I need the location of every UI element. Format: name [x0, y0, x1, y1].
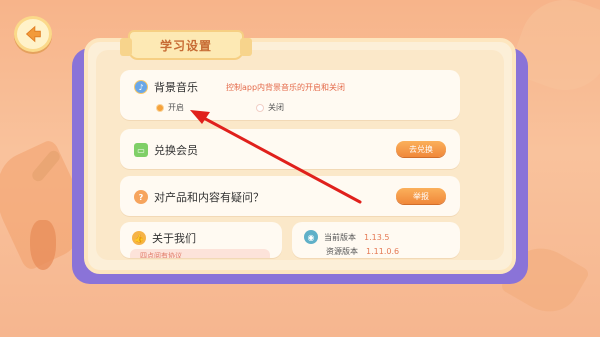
version-card: ◉ 当前版本 1.13.5 资源版本 1.11.0.6 — [292, 222, 460, 258]
background-music-hint: 控制app内背景音乐的开启和关闭 — [226, 83, 346, 92]
music-on-label: 开启 — [168, 103, 184, 112]
current-version-label: 当前版本 — [324, 232, 356, 242]
music-on-option[interactable]: 开启 — [156, 102, 184, 113]
music-on-radio[interactable] — [156, 103, 164, 112]
page-title: 学习设置 — [159, 38, 212, 53]
feedback-card: ? 对产品和内容有疑问？ 举报 — [120, 176, 460, 216]
about-us-agreement[interactable]: 四点阅有协议 — [130, 249, 270, 258]
question-mark-icon: ? — [134, 190, 148, 204]
globe-icon: ◉ — [304, 230, 318, 244]
report-button[interactable]: 举报 — [396, 188, 446, 204]
panel-title-tab: 学习设置 — [120, 30, 252, 60]
back-button[interactable] — [14, 16, 52, 52]
feedback-label: 对产品和内容有疑问？ — [154, 191, 264, 204]
redeem-membership-label: 兑换会员 — [154, 144, 198, 157]
resource-version-value: 1.11.0.6 — [366, 247, 400, 256]
background-tassel — [30, 220, 56, 270]
back-arrow-icon — [25, 25, 41, 43]
background-music-label: 背景音乐 — [154, 81, 198, 94]
redeem-button[interactable]: 去兑换 — [396, 141, 446, 157]
ticket-icon: ▭ — [134, 143, 148, 157]
music-off-label: 关闭 — [268, 103, 284, 112]
background-music-card: ♪ 背景音乐 控制app内背景音乐的开启和关闭 开启 关闭 — [120, 70, 460, 120]
resource-version-label: 资源版本 — [326, 247, 358, 256]
about-us-card[interactable]: 👍 关于我们 四点阅有协议 — [120, 222, 282, 258]
about-us-label: 关于我们 — [152, 232, 196, 245]
redeem-membership-card: ▭ 兑换会员 去兑换 — [120, 129, 460, 169]
thumbs-up-icon: 👍 — [132, 231, 146, 245]
music-off-option[interactable]: 关闭 — [256, 102, 284, 113]
current-version-value: 1.13.5 — [364, 232, 390, 242]
music-off-radio[interactable] — [256, 103, 264, 112]
music-note-icon: ♪ — [134, 80, 148, 94]
